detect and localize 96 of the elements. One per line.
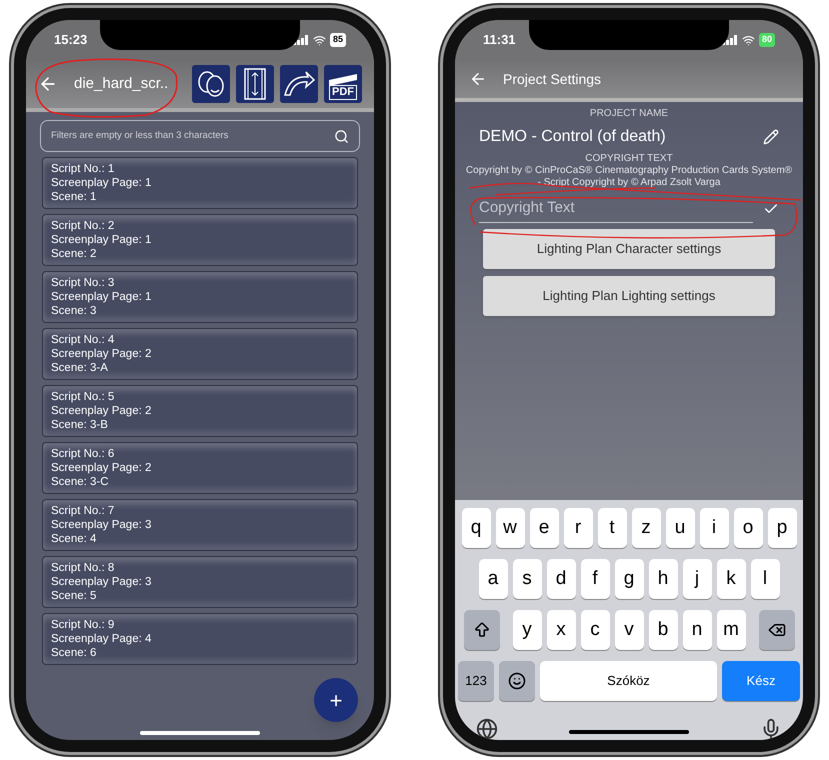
globe-icon[interactable]	[476, 718, 498, 740]
screenplay-page: Screenplay Page: 1	[51, 290, 152, 304]
settings-button[interactable]: Lighting Plan Lighting settings	[483, 276, 775, 316]
script-number: Script No.: 7	[51, 504, 114, 518]
script-number: Script No.: 6	[51, 447, 114, 461]
script-card[interactable]: Script No.: 1 Screenplay Page: 1 Scene: 1	[42, 157, 358, 209]
search-field[interactable]: Filters are empty or less than 3 characters	[40, 120, 360, 152]
keyboard-key[interactable]: h	[648, 559, 678, 599]
script-card[interactable]: Script No.: 6 Screenplay Page: 2 Scene: 3-C	[42, 442, 358, 494]
keyboard-key[interactable]: b	[648, 610, 678, 650]
settings-button[interactable]: Lighting Plan Character settings	[483, 229, 775, 269]
signal-icon	[292, 35, 309, 45]
screenplay-page: Screenplay Page: 1	[51, 233, 152, 247]
script-number: Script No.: 3	[51, 276, 114, 290]
script-card[interactable]: Script No.: 8 Screenplay Page: 3 Scene: 5	[42, 556, 358, 608]
done-key[interactable]: Kész	[722, 661, 800, 701]
smiley-icon	[508, 672, 526, 690]
script-card[interactable]: Script No.: 5 Screenplay Page: 2 Scene: 3-B	[42, 385, 358, 437]
keyboard-key[interactable]: v	[614, 610, 644, 650]
keyboard-key[interactable]: y	[512, 610, 542, 650]
keyboard-key[interactable]: a	[478, 559, 508, 599]
pdf-clapper-icon[interactable]: PDF	[324, 65, 362, 103]
keyboard-key[interactable]: z	[632, 508, 660, 548]
script-number: Script No.: 2	[51, 219, 114, 233]
keyboard-key[interactable]: i	[700, 508, 728, 548]
battery-level: 80	[758, 33, 775, 47]
keyboard-key[interactable]: d	[546, 559, 576, 599]
keyboard-key[interactable]: u	[666, 508, 694, 548]
scene-number: Scene: 6	[51, 646, 96, 660]
scene-number: Scene: 3-A	[51, 361, 108, 375]
keyboard-key[interactable]: l	[750, 559, 780, 599]
back-icon[interactable]	[469, 70, 487, 88]
search-icon[interactable]	[334, 128, 349, 144]
keyboard-key[interactable]: c	[580, 610, 610, 650]
battery-level: 85	[330, 33, 346, 47]
script-number: Script No.: 8	[51, 561, 114, 575]
scene-number: Scene: 3	[51, 304, 96, 318]
project-name-label: PROJECT NAME	[590, 107, 668, 121]
script-number: Script No.: 9	[51, 618, 114, 632]
keyboard-key[interactable]: n	[682, 610, 712, 650]
keyboard-key[interactable]: m	[716, 610, 746, 650]
keyboard-key[interactable]: q	[462, 508, 490, 548]
copyright-label: COPYRIGHT TEXT	[585, 153, 673, 165]
keyboard-key[interactable]: o	[734, 508, 762, 548]
keyboard-key[interactable]: x	[546, 610, 576, 650]
keyboard-key[interactable]: e	[530, 508, 558, 548]
scene-number: Scene: 2	[51, 247, 96, 261]
script-number: Script No.: 4	[51, 333, 114, 347]
script-card[interactable]: Script No.: 2 Screenplay Page: 1 Scene: 2	[42, 214, 358, 266]
script-card[interactable]: Script No.: 9 Screenplay Page: 4 Scene: 6	[42, 613, 358, 665]
status-time: 11:31	[483, 31, 516, 50]
shift-icon	[472, 621, 490, 639]
screenplay-page: Screenplay Page: 3	[51, 518, 152, 532]
screen-title: die_hard_scr..	[74, 74, 170, 94]
scene-number: Scene: 4	[51, 532, 96, 546]
status-time: 15:23	[54, 31, 88, 50]
edit-icon[interactable]	[763, 129, 779, 145]
screen-title: Project Settings	[503, 70, 602, 89]
scene-number: Scene: 3-C	[51, 475, 109, 489]
keyboard-key[interactable]: s	[512, 559, 542, 599]
space-key[interactable]: Szóköz	[540, 661, 717, 701]
film-strip-icon[interactable]	[236, 65, 274, 103]
screenplay-page: Screenplay Page: 2	[51, 461, 152, 475]
script-card[interactable]: Script No.: 3 Screenplay Page: 1 Scene: 3	[42, 271, 358, 323]
screenplay-page: Screenplay Page: 4	[51, 632, 152, 646]
keyboard-key[interactable]: f	[580, 559, 610, 599]
signal-icon	[722, 35, 738, 45]
wifi-icon	[312, 34, 326, 46]
script-number: Script No.: 1	[51, 162, 114, 176]
copyright-text: Copyright by © CinProCaS® Cinematography Production Cards System® - Script Copyright by © Arpad Zsolt Varga	[464, 165, 794, 189]
keyboard-key[interactable]: p	[768, 508, 796, 548]
script-number: Script No.: 5	[51, 390, 114, 404]
screenplay-page: Screenplay Page: 2	[51, 347, 152, 361]
keyboard-key[interactable]: w	[496, 508, 524, 548]
keyboard-key[interactable]: k	[716, 559, 746, 599]
script-card[interactable]: Script No.: 4 Screenplay Page: 2 Scene: 3-A	[42, 328, 358, 380]
scene-number: Scene: 5	[51, 589, 96, 603]
scene-number: Scene: 1	[51, 190, 96, 204]
numbers-key[interactable]: 123	[458, 661, 494, 701]
search-input[interactable]: Filters are empty or less than 3 characters	[51, 128, 334, 144]
wifi-icon	[742, 34, 755, 46]
emoji-key[interactable]	[499, 661, 535, 701]
screenplay-page: Screenplay Page: 3	[51, 575, 152, 589]
add-button[interactable]: +	[314, 678, 358, 722]
keyboard-key[interactable]: g	[614, 559, 644, 599]
screenplay-page: Screenplay Page: 1	[51, 176, 152, 190]
backspace-icon	[768, 621, 786, 639]
shift-key[interactable]	[464, 610, 500, 650]
backspace-key[interactable]	[758, 610, 794, 650]
keyboard-key[interactable]: r	[564, 508, 592, 548]
keyboard-key[interactable]: j	[682, 559, 712, 599]
project-name: DEMO - Control (of death)	[479, 127, 666, 147]
keyboard-key[interactable]: t	[598, 508, 626, 548]
script-card[interactable]: Script No.: 7 Screenplay Page: 3 Scene: 4	[42, 499, 358, 551]
scene-number: Scene: 3-B	[51, 418, 108, 432]
screenplay-page: Screenplay Page: 2	[51, 404, 152, 418]
